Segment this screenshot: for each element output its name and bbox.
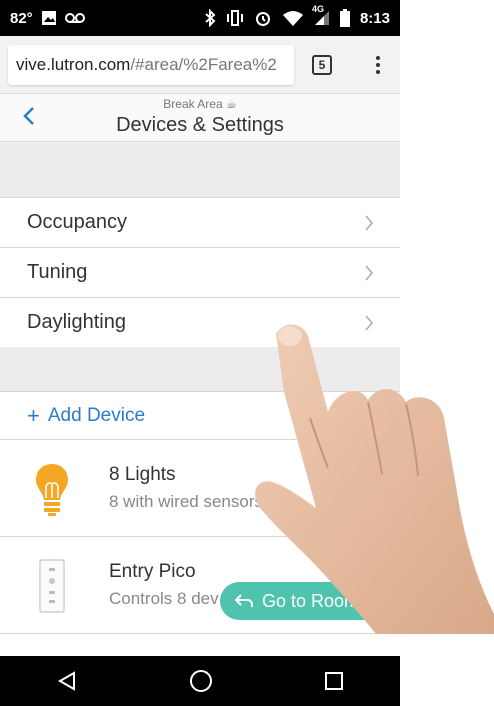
address-bar[interactable]: vive.lutron.com/#area/%2Farea%2 [8,44,294,85]
settings-item-tuning[interactable]: Tuning [0,248,400,298]
chevron-right-icon [365,215,373,231]
voicemail-icon [64,12,85,24]
device-title: 8 Lights [109,464,176,485]
settings-item-occupancy[interactable]: Occupancy [0,198,400,248]
alarm-icon [254,9,272,27]
vibrate-icon [226,10,244,26]
device-title: Entry Pico [109,561,196,582]
recents-square-icon[interactable] [324,671,344,691]
temperature: 82° [10,9,33,27]
device-subtitle: Controls 8 dev [109,589,219,608]
bluetooth-icon [204,9,216,27]
app-header: Break Area ☕ Devices & Settings [0,94,400,142]
image-icon [41,10,57,26]
return-arrow-icon [234,594,253,607]
system-nav-bar [0,656,400,706]
settings-item-label: Tuning [27,261,88,283]
network-type: 4G [311,4,324,14]
device-subtitle: 8 with wired sensors [109,492,264,511]
settings-item-label: Daylighting [27,311,126,333]
section-spacer [0,347,400,391]
tab-switcher-button[interactable]: 5 [312,54,332,75]
settings-item-label: Occupancy [27,211,128,233]
url-path: /#area/%2Farea%2 [130,54,277,74]
lightbulb-icon [36,464,68,516]
chevron-right-icon [365,315,373,331]
browser-toolbar: vive.lutron.com/#area/%2Farea%2 5 [0,36,400,94]
signal-icon: 4G [312,4,330,26]
wifi-icon [282,10,304,26]
go-to-room-button[interactable]: Go to Room [220,582,400,620]
plus-icon: + [27,402,40,428]
overflow-menu-icon[interactable] [376,55,380,74]
area-name: Break Area ☕ [163,97,237,111]
settings-list: Occupancy Tuning Daylighting [0,197,400,348]
back-triangle-icon[interactable] [56,670,78,692]
add-device-button[interactable]: + Add Device [0,392,400,440]
page-title: Devices & Settings [116,114,284,136]
battery-icon [339,9,350,27]
device-item-lights[interactable]: 8 Lights 8 with wired sensors [0,440,400,537]
home-circle-icon[interactable] [189,669,213,693]
settings-item-daylighting[interactable]: Daylighting [0,298,400,348]
go-to-room-label: Go to Room [262,590,360,611]
clock: 8:13 [359,9,390,27]
chevron-right-icon [365,265,373,281]
phone-screen: 82° 4G 8:13 vive.lutron.com /#area/%2Far… [0,0,400,706]
status-bar: 82° 4G 8:13 [0,0,400,36]
pico-remote-icon [39,559,65,613]
add-device-label: Add Device [47,404,146,426]
section-spacer [0,143,400,197]
url-domain: vive.lutron.com [16,54,131,74]
